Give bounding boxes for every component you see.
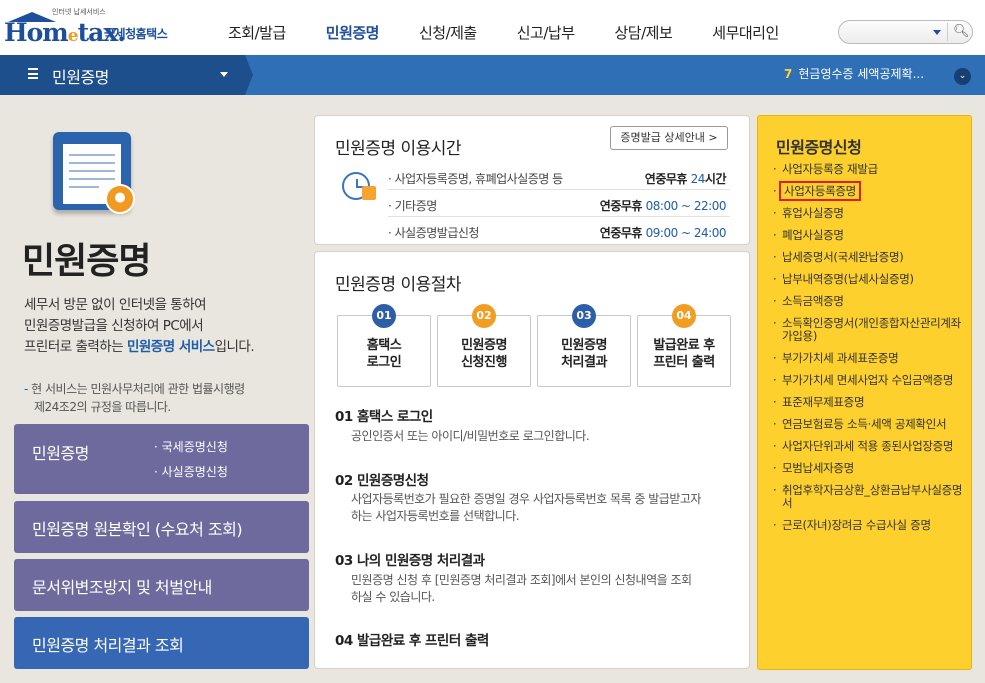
list-item[interactable]: 사업자단위과세 적용 종된사업장증명	[772, 440, 968, 454]
chevron-down-icon[interactable]	[933, 30, 941, 35]
list-item[interactable]: 소득확인증명서(개인종합자산관리계좌 가입용)	[772, 317, 968, 343]
list-item[interactable]: 취업후학자금상환_상환금납부사실증명서	[772, 484, 968, 510]
page-description: 세무서 방문 없이 인터넷을 통하여 민원증명발급을 신청하여 PC에서 프린터…	[24, 297, 255, 355]
top-header: 인터넷 납세서비스 Hometax. 국세청홈택스 조회/발급 민원증명 신청/…	[0, 0, 985, 55]
procedure-step-heading: 03 나의 민원증명 처리결과	[335, 553, 485, 569]
hours-row: · 기타증명 연중무휴 08:00 ~ 22:00	[388, 191, 730, 217]
nav-item-inquiry[interactable]: 조회/발급	[228, 22, 286, 43]
procedure-card: 민원증명 이용절차 01 홈택스 로그인 02 민원증명 신청진행 03 민원증명 처…	[314, 251, 750, 669]
user-icon: ●	[105, 184, 135, 214]
forgery-prevention-button[interactable]: 문서위변조방지 및 처벌안내	[14, 559, 309, 611]
list-item[interactable]: 근로(자녀)장려금 수급사실 증명	[772, 519, 968, 533]
list-item[interactable]: 납부내역증명(납세사실증명)	[772, 273, 968, 287]
result-inquiry-button[interactable]: 민원증명 처리결과 조회	[14, 617, 309, 669]
nav-item-report-payment[interactable]: 신고/납부	[517, 22, 575, 43]
search-divider	[947, 23, 948, 41]
certificate-box-title: 민원증명	[32, 444, 89, 463]
procedure-step-desc: 공인인증서 또는 아이디/비밀번호로 로그인합니다.	[351, 429, 590, 443]
list-item[interactable]: 부가가치세 면세사업자 수입금액증명	[772, 374, 968, 388]
notice-ticker[interactable]: 7 현금영수증 세액공제확...	[784, 65, 954, 82]
section-selector[interactable]: 민원증명	[0, 55, 245, 95]
list-item-selected[interactable]: 사업자등록증명	[772, 181, 968, 201]
list-item[interactable]: 사업자등록증 재발급	[772, 163, 968, 177]
legal-note: - 현 서비스는 민원사무처리에 관한 법률시행령 제24조2의 규정을 따릅니…	[24, 382, 245, 414]
nav-item-tax-agent[interactable]: 세무대리인	[712, 22, 779, 43]
nav-item-application[interactable]: 신청/제출	[419, 22, 477, 43]
procedure-step-desc: 사업자등록번호가 필요한 증명일 경우 사업자등록번호 목록 중 발급받고자 하는…	[351, 492, 701, 523]
step-print: 04 발급완료 후 프린터 출력	[637, 304, 731, 387]
menu-icon[interactable]	[28, 68, 38, 79]
hours-row: · 사실증명발급신청 연중무휴 09:00 ~ 24:00	[388, 226, 727, 240]
list-item[interactable]: 모범납세자증명	[772, 462, 968, 476]
national-tax-cert-link[interactable]: · 국세증명신청	[154, 438, 228, 455]
procedure-step-desc: 민원증명 신청 후 [민원증명 처리결과 조회]에서 본인의 신청내역을 조회 하…	[351, 573, 692, 604]
nav-item-consult[interactable]: 상담/제보	[615, 22, 673, 43]
logo-korean-name: 국세청홈택스	[104, 27, 168, 41]
list-item[interactable]: 휴업사실증명	[772, 207, 968, 221]
original-verify-button[interactable]: 민원증명 원본확인 (수요처 조회)	[14, 501, 309, 553]
panel-title: 민원증명신청	[776, 138, 862, 157]
page-title: 민원증명	[22, 241, 151, 282]
hometax-logo[interactable]: 인터넷 납세서비스 Hometax. 국세청홈택스	[0, 6, 190, 50]
fact-cert-link[interactable]: · 사실증명신청	[154, 463, 228, 480]
procedure-title: 민원증명 이용절차	[335, 275, 462, 295]
procedure-step-heading: 02 민원증명신청	[335, 473, 429, 489]
list-item[interactable]: 납세증명서(국세완납증명)	[772, 251, 968, 265]
search-icon[interactable]: 🔍︎	[953, 24, 970, 39]
hours-card: 민원증명 이용시간 증명발급 상세안내 > · 사업자등록증명, 휴폐업사실증명…	[314, 115, 750, 245]
step-result: 03 민원증명 처리결과	[537, 304, 631, 387]
expand-circle-icon[interactable]: ⌄	[954, 68, 971, 85]
list-item[interactable]: 폐업사실증명	[772, 229, 968, 243]
sub-nav-bar: 민원증명 7 현금영수증 세액공제확... ⌄	[0, 55, 985, 95]
certificate-box[interactable]: 민원증명 · 국세증명신청 · 사실증명신청	[14, 424, 309, 494]
certificate-list: 사업자등록증 재발급 사업자등록증명 휴업사실증명 폐업사실증명 납세증명서(국…	[772, 163, 968, 541]
certificate-doc-icon: ●	[53, 132, 135, 214]
global-nav: 조회/발급 민원증명 신청/제출 신고/납부 상담/제보 세무대리인	[228, 22, 819, 43]
logo-tagline: 인터넷 납세서비스	[52, 8, 106, 16]
step-login: 01 홈택스 로그인	[337, 304, 431, 387]
step-apply: 02 민원증명 신청진행	[437, 304, 531, 387]
list-item[interactable]: 표준재무제표증명	[772, 396, 968, 410]
nav-item-certificate[interactable]: 민원증명	[326, 22, 380, 43]
list-item[interactable]: 연금보험료등 소득·세액 공제확인서	[772, 418, 968, 432]
certificate-request-panel: 민원증명신청 사업자등록증 재발급 사업자등록증명 휴업사실증명 폐업사실증명 …	[757, 115, 972, 670]
hours-row: · 사업자등록증명, 휴폐업사실증명 등 연중무휴 24시간	[388, 164, 730, 190]
chevron-down-icon[interactable]	[220, 72, 228, 77]
procedure-step-heading: 01 홈택스 로그인	[335, 409, 433, 425]
clock-icon	[340, 166, 376, 202]
search-box[interactable]: 🔍︎	[838, 20, 973, 44]
procedure-step-heading: 04 발급완료 후 프린터 출력	[335, 633, 489, 649]
list-item[interactable]: 부가가치세 과세표준증명	[772, 352, 968, 366]
list-item[interactable]: 소득금액증명	[772, 295, 968, 309]
bar-arrow-shape	[245, 55, 253, 95]
section-title: 민원증명	[52, 68, 109, 87]
detail-guide-button[interactable]: 증명발급 상세안내 >	[610, 126, 728, 150]
hours-title: 민원증명 이용시간	[335, 139, 462, 159]
